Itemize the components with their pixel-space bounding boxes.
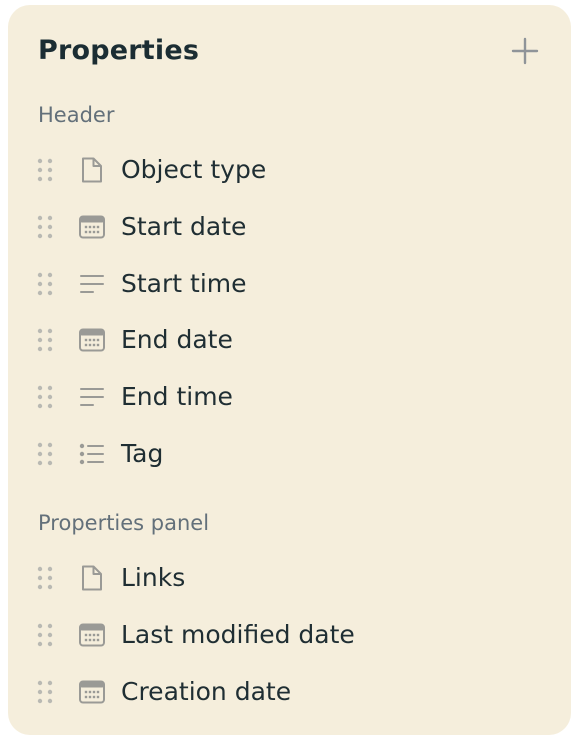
property-label: Tag [121, 439, 164, 468]
drag-handle-icon[interactable] [34, 622, 56, 648]
calendar-icon [78, 621, 106, 649]
file-icon [78, 156, 106, 184]
drag-handle-icon[interactable] [34, 679, 56, 705]
calendar-icon [78, 678, 106, 706]
property-label: Links [121, 563, 186, 592]
property-row-start-time[interactable]: Start time [34, 260, 554, 308]
calendar-icon [78, 326, 106, 354]
list-icon [78, 440, 106, 468]
drag-handle-icon[interactable] [34, 565, 56, 591]
plus-icon [511, 37, 539, 65]
property-row-links[interactable]: Links [34, 554, 554, 602]
property-row-last-modified-date[interactable]: Last modified date [34, 611, 554, 659]
property-label: End time [121, 382, 233, 411]
drag-handle-icon[interactable] [34, 271, 56, 297]
panel-title: Properties [38, 35, 200, 66]
property-label: Start time [121, 269, 247, 298]
drag-handle-icon[interactable] [34, 384, 56, 410]
section-label-properties-panel: Properties panel [38, 511, 210, 535]
property-row-start-date[interactable]: Start date [34, 203, 554, 251]
properties-panel: Properties Header Object type Start date… [8, 5, 571, 735]
property-label: Creation date [121, 677, 292, 706]
file-icon [78, 564, 106, 592]
text-lines-icon [78, 270, 106, 298]
text-lines-icon [78, 383, 106, 411]
drag-handle-icon[interactable] [34, 157, 56, 183]
drag-handle-icon[interactable] [34, 327, 56, 353]
property-row-creation-date[interactable]: Creation date [34, 668, 554, 716]
calendar-icon [78, 213, 106, 241]
property-label: Start date [121, 212, 247, 241]
property-row-object-type[interactable]: Object type [34, 146, 554, 194]
drag-handle-icon[interactable] [34, 441, 56, 467]
property-label: Object type [121, 155, 267, 184]
drag-handle-icon[interactable] [34, 214, 56, 240]
property-row-end-date[interactable]: End date [34, 316, 554, 364]
section-label-header: Header [38, 103, 115, 127]
property-label: End date [121, 325, 233, 354]
panel-header: Properties [38, 33, 541, 69]
property-row-end-time[interactable]: End time [34, 373, 554, 421]
property-row-tag[interactable]: Tag [34, 430, 554, 478]
property-label: Last modified date [121, 620, 355, 649]
add-property-button[interactable] [509, 35, 541, 67]
